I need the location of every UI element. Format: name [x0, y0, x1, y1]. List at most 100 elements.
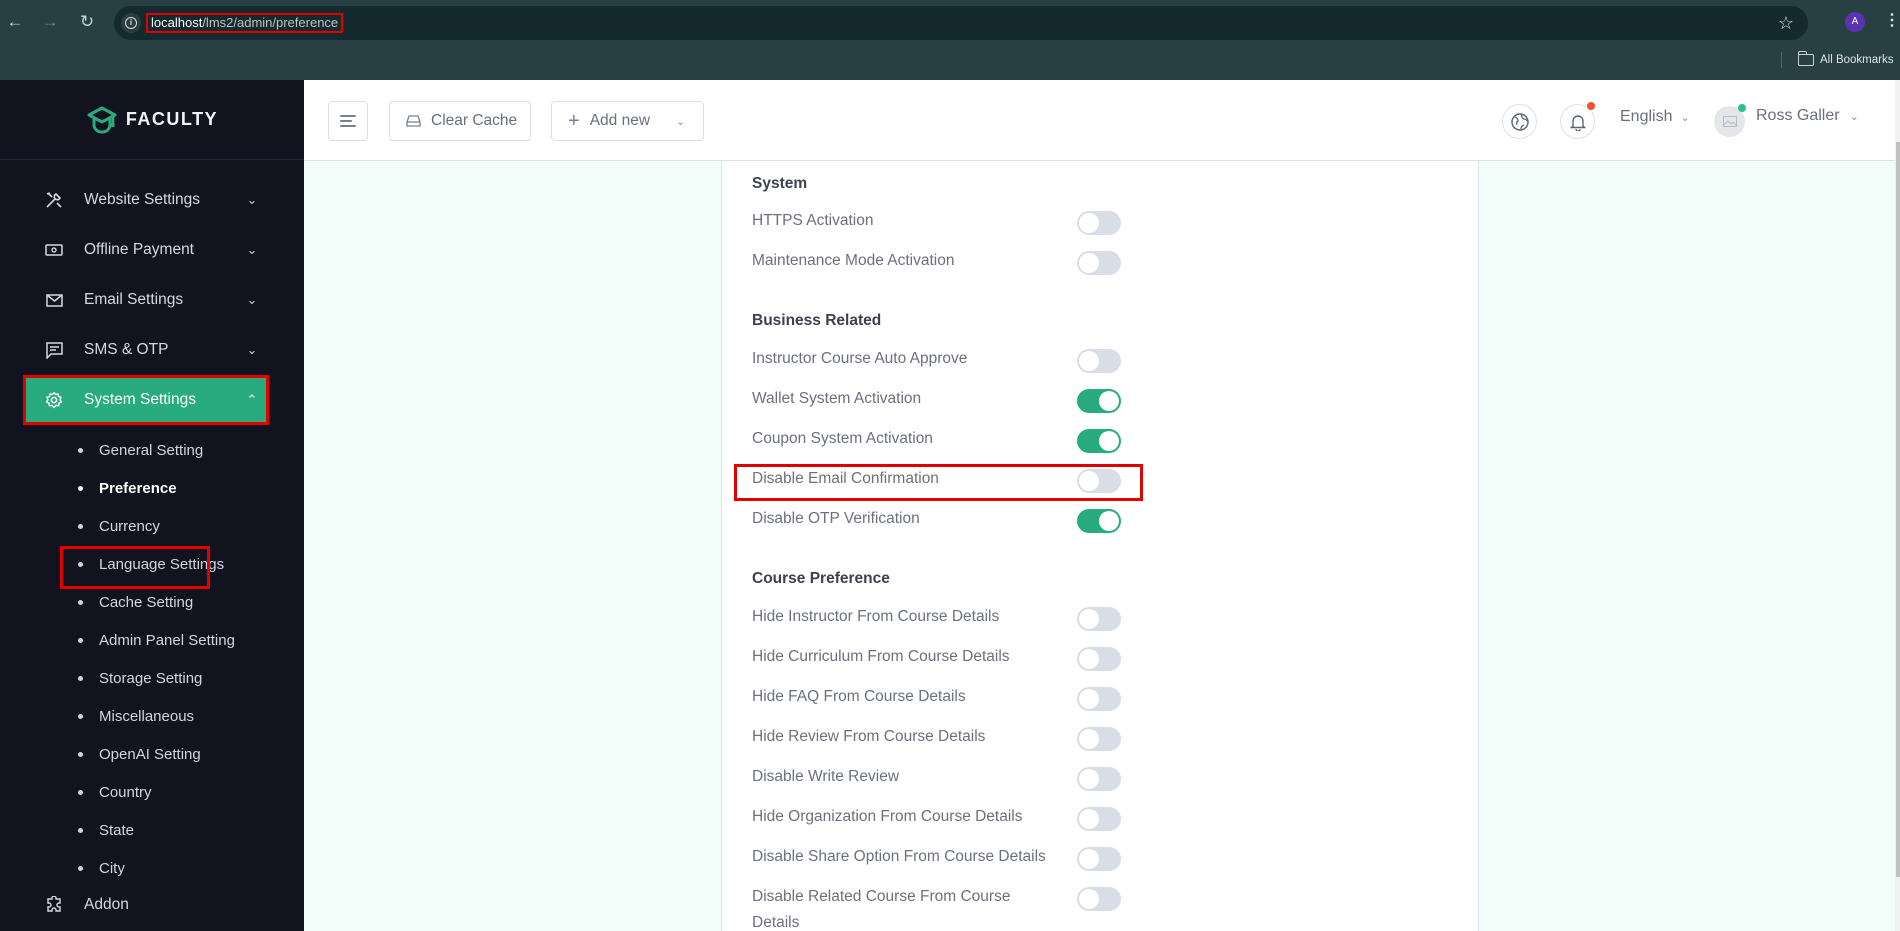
pref-row-disable-write-review: Disable Write Review [752, 764, 1452, 794]
sidebar-subitem-miscellaneous[interactable]: Miscellaneous [78, 702, 194, 730]
pref-row-instructor-auto-approve: Instructor Course Auto Approve [752, 346, 1452, 376]
sidebar-subitem-country[interactable]: Country [78, 778, 152, 806]
site-info-icon[interactable]: i [121, 13, 141, 33]
address-bar[interactable]: i localhost/lms2/admin/preference ☆ [114, 6, 1808, 40]
pref-label: Instructor Course Auto Approve [752, 350, 968, 367]
url-host: localhost [151, 15, 203, 30]
page-scrollbar[interactable] [1895, 80, 1900, 931]
notification-badge [1587, 102, 1595, 110]
pref-label: Maintenance Mode Activation [752, 252, 955, 269]
subitem-label: Cache Setting [99, 593, 194, 611]
user-avatar[interactable] [1714, 104, 1746, 137]
tools-icon [43, 189, 65, 211]
hide-faq-toggle[interactable] [1077, 687, 1121, 711]
subitem-label: General Setting [99, 441, 204, 459]
online-status-dot [1738, 104, 1746, 112]
pref-label: Disable Related Course From Course Detai… [752, 888, 1011, 931]
sidebar-subitem-city[interactable]: City [78, 854, 125, 882]
disable-write-review-toggle[interactable] [1077, 767, 1121, 791]
add-new-dropdown[interactable]: + Add new ⌄ [551, 101, 704, 141]
folder-icon [1797, 51, 1814, 66]
hide-instructor-toggle[interactable] [1077, 607, 1121, 631]
wallet-system-toggle[interactable] [1077, 389, 1121, 413]
sidebar-subitem-preference[interactable]: Preference [78, 474, 177, 502]
url-text[interactable]: localhost/lms2/admin/preference [146, 13, 344, 33]
sidebar-subitem-cache-setting[interactable]: Cache Setting [78, 588, 193, 616]
disable-otp-verification-toggle[interactable] [1077, 509, 1121, 533]
sidebar-item-addon[interactable]: Addon [25, 882, 267, 928]
bullet-icon [78, 447, 83, 453]
section-title-business-related: Business Related [752, 312, 882, 329]
bullet-icon [78, 599, 83, 605]
chevron-down-icon: ⌄ [246, 292, 258, 307]
pref-label: Hide Organization From Course Details [752, 808, 1023, 825]
menu-toggle-button[interactable] [328, 101, 368, 141]
language-label: English [1620, 108, 1673, 125]
subitem-label: Storage Setting [99, 669, 203, 687]
sidebar-subitem-general-setting[interactable]: General Setting [78, 436, 203, 464]
language-dropdown[interactable]: English ⌄ [1620, 108, 1690, 126]
pref-label: Disable OTP Verification [752, 510, 920, 527]
gear-icon [43, 389, 65, 411]
website-globe-button[interactable] [1502, 104, 1537, 139]
plus-icon: + [568, 110, 580, 132]
notifications-button[interactable] [1560, 102, 1595, 139]
bullet-icon [78, 789, 83, 795]
user-menu-dropdown[interactable]: Ross Galler ⌄ [1756, 107, 1859, 125]
subitem-label: Country [99, 783, 152, 801]
sidebar-item-label: Website Settings [84, 191, 201, 208]
sidebar-item-system-settings[interactable]: System Settings ⌃ [23, 375, 269, 425]
puzzle-icon [43, 894, 65, 916]
message-icon [43, 339, 65, 361]
sidebar-subitem-currency[interactable]: Currency [78, 512, 160, 540]
subitem-label: State [99, 821, 135, 839]
sidebar-subitem-state[interactable]: State [78, 816, 134, 844]
hide-organization-toggle[interactable] [1077, 807, 1121, 831]
sidebar-item-offline-payment[interactable]: Offline Payment ⌄ [25, 227, 267, 273]
all-bookmarks-button[interactable]: All Bookmarks [1797, 51, 1894, 69]
brand-logo[interactable]: FACULTY [0, 80, 304, 160]
bookmark-star-icon[interactable]: ☆ [1778, 12, 1794, 34]
subitem-label: City [99, 859, 125, 877]
https-activation-toggle[interactable] [1077, 211, 1121, 235]
clear-cache-label: Clear Cache [431, 112, 518, 129]
instructor-auto-approve-toggle[interactable] [1077, 349, 1121, 373]
reload-icon[interactable]: ↻ [76, 11, 98, 33]
money-icon [43, 239, 65, 261]
subitem-label: Preference [99, 479, 177, 497]
sidebar-item-email-settings[interactable]: Email Settings ⌄ [25, 277, 267, 323]
scrollbar-thumb[interactable] [1896, 142, 1900, 877]
email-confirmation-highlight [734, 464, 1143, 501]
pref-label: Disable Write Review [752, 768, 900, 785]
coupon-system-toggle[interactable] [1077, 429, 1121, 453]
sidebar-item-label: Offline Payment [84, 241, 194, 258]
pref-label: Hide Curriculum From Course Details [752, 648, 1010, 665]
sidebar-subitem-storage-setting[interactable]: Storage Setting [78, 664, 202, 692]
sidebar-subitem-admin-panel-setting[interactable]: Admin Panel Setting [78, 626, 235, 654]
disable-related-course-toggle[interactable] [1077, 887, 1121, 911]
pref-row-hide-instructor: Hide Instructor From Course Details [752, 604, 1452, 634]
forward-icon[interactable]: → [39, 11, 61, 33]
back-icon[interactable]: ← [4, 11, 26, 33]
pref-label: Hide FAQ From Course Details [752, 688, 966, 705]
hide-review-toggle[interactable] [1077, 727, 1121, 751]
pref-label: Hide Instructor From Course Details [752, 608, 1000, 625]
browser-menu-icon[interactable]: ⋮ [1884, 10, 1900, 32]
section-title-system: System [752, 175, 808, 192]
disable-share-option-toggle[interactable] [1077, 847, 1121, 871]
sidebar-item-label: Addon [84, 896, 129, 913]
browser-chrome: ← → ↻ i localhost/lms2/admin/preference … [0, 0, 1900, 80]
sidebar-item-website-settings[interactable]: Website Settings ⌄ [25, 177, 267, 223]
profile-avatar[interactable]: A [1845, 12, 1865, 32]
pref-row-disable-share-option: Disable Share Option From Course Details [752, 844, 1452, 874]
pref-label: Hide Review From Course Details [752, 728, 986, 745]
sidebar-item-sms-otp[interactable]: SMS & OTP ⌄ [25, 327, 267, 373]
hide-curriculum-toggle[interactable] [1077, 647, 1121, 671]
sidebar-subitem-openai-setting[interactable]: OpenAI Setting [78, 740, 201, 768]
hamburger-icon [340, 112, 356, 130]
subitem-label: Currency [99, 517, 160, 535]
top-bar: Clear Cache + Add new ⌄ English ⌄ Ross G… [304, 80, 1895, 161]
maintenance-mode-toggle[interactable] [1077, 251, 1121, 275]
pref-row-coupon-system: Coupon System Activation [752, 426, 1452, 456]
clear-cache-button[interactable]: Clear Cache [389, 101, 531, 141]
